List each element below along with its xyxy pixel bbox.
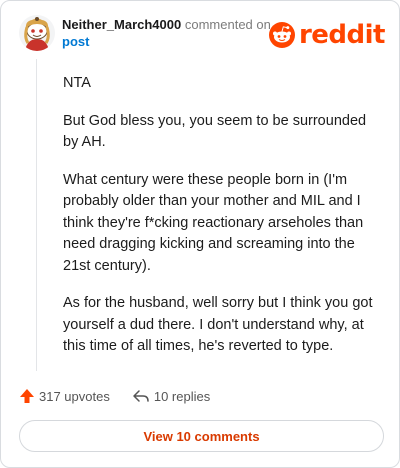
username-link[interactable]: Neither_March4000	[62, 17, 181, 32]
reddit-wordmark: reddit	[298, 20, 386, 50]
comment-meta: Neither_March4000 commented on post	[62, 16, 277, 50]
reply-arrow-icon	[133, 390, 149, 402]
reddit-logo[interactable]: reddit	[268, 18, 386, 52]
comment-card: Neither_March4000 commented on post redd…	[0, 0, 400, 468]
comment-paragraph: NTA	[63, 75, 91, 91]
snoo-avatar-icon	[19, 15, 55, 51]
upvote-arrow-icon	[20, 389, 34, 403]
upvote-count: 317 upvotes	[39, 388, 110, 404]
comment-paragraph: What century were these people born in (…	[63, 171, 364, 274]
comment-actions: 317 upvotes 10 replies	[19, 385, 232, 407]
comment-header: Neither_March4000 commented on post redd…	[19, 13, 386, 53]
thread-line[interactable]	[36, 59, 37, 371]
reply-button[interactable]: 10 replies	[132, 388, 210, 404]
comment-paragraph: But God bless you, you seem to be surrou…	[63, 112, 367, 151]
post-link[interactable]: post	[62, 33, 277, 50]
commented-on-text: commented on	[184, 17, 271, 32]
avatar[interactable]	[19, 15, 55, 51]
comment-paragraph: As for the husband, well sorry but I thi…	[63, 295, 373, 354]
reddit-snoo-icon	[268, 22, 295, 48]
upvote-button[interactable]: 317 upvotes	[19, 388, 110, 404]
reply-count: 10 replies	[153, 388, 211, 404]
comment-body: NTA But God bless you, you seem to be su…	[63, 73, 381, 374]
view-comments-button[interactable]: View 10 comments	[19, 420, 384, 452]
